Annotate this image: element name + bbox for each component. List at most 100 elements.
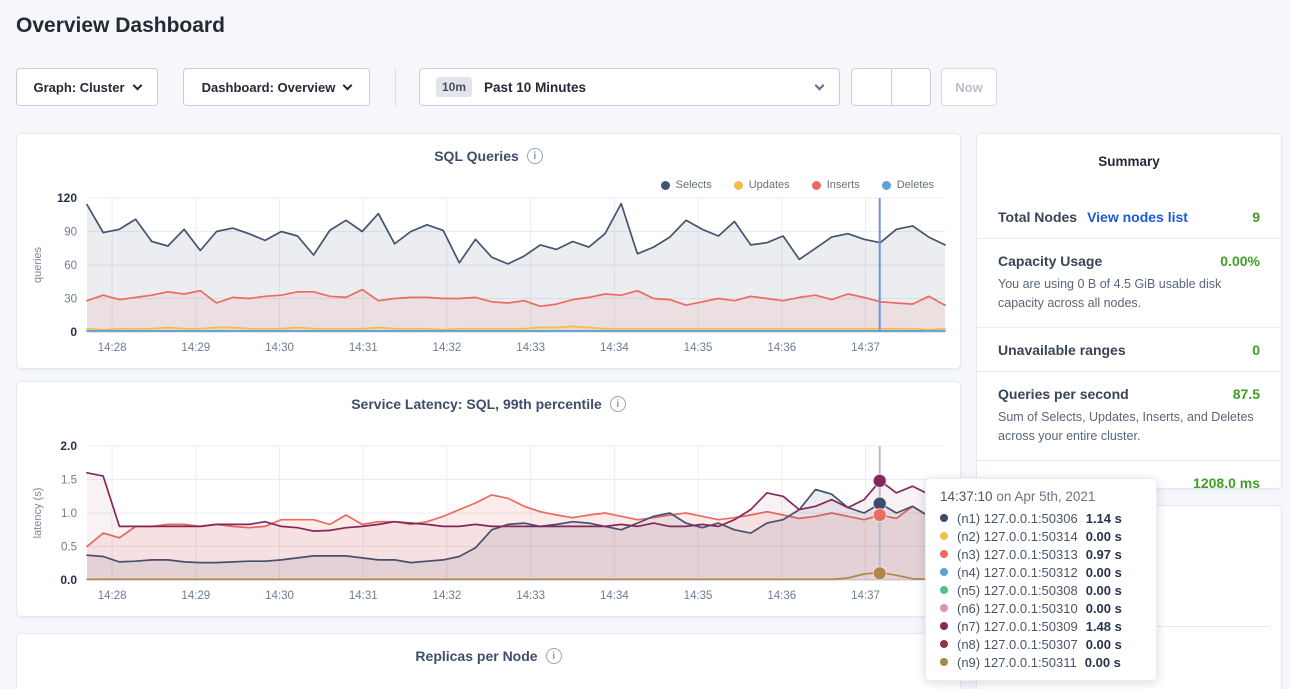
svg-text:14:33: 14:33 — [516, 590, 545, 602]
svg-text:0.5: 0.5 — [61, 542, 77, 554]
node-dot-icon — [940, 658, 948, 666]
svg-text:14:33: 14:33 — [516, 342, 545, 354]
svg-text:14:37: 14:37 — [851, 590, 880, 602]
summary-value: 1208.0 ms — [1193, 475, 1260, 491]
info-icon[interactable] — [546, 648, 562, 664]
node-dot-icon — [940, 586, 948, 594]
tooltip-time: 14:37:10 — [940, 489, 993, 504]
prev-range-button[interactable] — [852, 69, 891, 105]
svg-text:14:28: 14:28 — [98, 342, 127, 354]
view-nodes-list-link[interactable]: View nodes list — [1087, 209, 1188, 225]
node-dot-icon — [940, 550, 948, 558]
node-dot-icon — [940, 604, 948, 612]
graph-dropdown[interactable]: Graph: Cluster — [16, 68, 158, 106]
tooltip-node-address: (n4) 127.0.0.1:50312 — [957, 565, 1078, 580]
svg-text:latency (s): latency (s) — [32, 488, 44, 539]
svg-text:14:31: 14:31 — [349, 342, 378, 354]
summary-value: 0.00% — [1220, 253, 1260, 269]
summary-row-unavailable-ranges: Unavailable ranges 0 — [977, 328, 1281, 372]
tooltip-node-address: (n5) 127.0.0.1:50308 — [957, 583, 1078, 598]
summary-value: 9 — [1252, 209, 1260, 225]
summary-description: You are using 0 B of 4.5 GiB usable disk… — [998, 275, 1260, 314]
chart-title: SQL Queries — [434, 148, 519, 164]
legend-dot-icon — [734, 181, 743, 190]
svg-text:2.0: 2.0 — [60, 439, 77, 453]
summary-row-total-nodes: Total Nodes View nodes list 9 — [977, 195, 1281, 239]
svg-text:14:31: 14:31 — [349, 590, 378, 602]
svg-text:14:30: 14:30 — [265, 342, 294, 354]
tooltip-node-value: 1.14 s — [1086, 511, 1122, 526]
info-icon[interactable] — [527, 148, 543, 164]
tooltip-date: on Apr 5th, 2021 — [993, 489, 1096, 504]
summary-label: Queries per second — [998, 386, 1129, 402]
tooltip-node-address: (n3) 127.0.0.1:50313 — [957, 547, 1078, 562]
tooltip-row: (n3) 127.0.0.1:50313 0.97 s — [940, 545, 1142, 563]
replicas-per-node-card: Replicas per Node — [16, 633, 961, 689]
dashboard-dropdown[interactable]: Dashboard: Overview — [183, 68, 370, 106]
tooltip-node-value: 0.00 s — [1086, 601, 1122, 616]
svg-text:14:34: 14:34 — [600, 590, 629, 602]
tooltip-node-value: 0.00 s — [1085, 655, 1121, 670]
graph-dropdown-label: Graph: Cluster — [33, 80, 124, 95]
service-latency-card: Service Latency: SQL, 99th percentile 0.… — [16, 381, 961, 617]
chevron-down-icon — [132, 81, 142, 91]
svg-text:14:30: 14:30 — [265, 590, 294, 602]
chart-title: Service Latency: SQL, 99th percentile — [351, 396, 602, 412]
tooltip-node-address: (n9) 127.0.0.1:50311 — [957, 655, 1077, 670]
tooltip-node-value: 1.48 s — [1086, 619, 1122, 634]
svg-text:14:35: 14:35 — [684, 342, 713, 354]
svg-text:14:29: 14:29 — [181, 342, 210, 354]
chart-title: Replicas per Node — [415, 648, 537, 664]
tooltip-row: (n1) 127.0.0.1:50306 1.14 s — [940, 509, 1142, 527]
time-range-badge: 10m — [436, 77, 472, 97]
svg-text:14:36: 14:36 — [767, 342, 796, 354]
tooltip-row: (n9) 127.0.0.1:50311 0.00 s — [940, 653, 1142, 671]
summary-row-capacity-usage: Capacity Usage 0.00% You are using 0 B o… — [977, 239, 1281, 328]
tooltip-row: (n6) 127.0.0.1:503100.00 s — [940, 599, 1142, 617]
time-range-dropdown[interactable]: 10m Past 10 Minutes — [419, 68, 840, 106]
svg-text:120: 120 — [57, 191, 77, 205]
info-icon[interactable] — [610, 396, 626, 412]
svg-text:14:32: 14:32 — [433, 342, 462, 354]
svg-text:30: 30 — [64, 294, 77, 306]
time-range-label: Past 10 Minutes — [484, 80, 586, 95]
next-range-button[interactable] — [891, 69, 931, 105]
chevron-left-icon — [865, 81, 878, 94]
dashboard-dropdown-label: Dashboard: Overview — [202, 80, 336, 95]
summary-description: Sum of Selects, Updates, Inserts, and De… — [998, 408, 1260, 447]
service-latency-chart[interactable]: 0.00.51.01.52.014:2814:2914:3014:3114:32… — [25, 438, 954, 608]
chevron-down-icon — [343, 81, 353, 91]
tooltip-node-value: 0.97 s — [1086, 547, 1122, 562]
legend-dot-icon — [882, 181, 891, 190]
tooltip-node-address: (n1) 127.0.0.1:50306 — [957, 511, 1078, 526]
svg-text:0: 0 — [70, 325, 77, 339]
tooltip-node-address: (n8) 127.0.0.1:50307 — [957, 637, 1078, 652]
svg-text:1.0: 1.0 — [61, 508, 77, 520]
svg-text:queries: queries — [32, 246, 44, 283]
node-dot-icon — [940, 622, 948, 630]
svg-text:1.5: 1.5 — [61, 475, 77, 487]
tooltip-node-address: (n7) 127.0.0.1:50309 — [957, 619, 1078, 634]
summary-row-queries-per-second: Queries per second 87.5 Sum of Selects, … — [977, 372, 1281, 461]
svg-text:0.0: 0.0 — [60, 573, 77, 587]
legend-dot-icon — [661, 181, 670, 190]
now-button[interactable]: Now — [941, 68, 997, 106]
node-dot-icon — [940, 532, 948, 540]
svg-text:14:35: 14:35 — [684, 590, 713, 602]
chevron-right-icon — [904, 81, 917, 94]
svg-text:14:32: 14:32 — [433, 590, 462, 602]
chart-hover-tooltip: 14:37:10 on Apr 5th, 2021 (n1) 127.0.0.1… — [925, 478, 1157, 681]
controls-divider — [395, 68, 396, 106]
tooltip-row: (n7) 127.0.0.1:50309 1.48 s — [940, 617, 1142, 635]
svg-text:14:28: 14:28 — [98, 590, 127, 602]
tooltip-node-value: 0.00 s — [1086, 565, 1122, 580]
sql-queries-chart[interactable]: 030609012014:2814:2914:3014:3114:3214:33… — [25, 190, 954, 360]
tooltip-row: (n5) 127.0.0.1:503080.00 s — [940, 581, 1142, 599]
node-dot-icon — [940, 640, 948, 648]
svg-text:14:36: 14:36 — [767, 590, 796, 602]
tooltip-row: (n8) 127.0.0.1:503070.00 s — [940, 635, 1142, 653]
summary-label: Total Nodes — [998, 209, 1077, 225]
node-dot-icon — [940, 514, 948, 522]
chevron-down-icon — [815, 81, 825, 91]
svg-text:14:34: 14:34 — [600, 342, 629, 354]
